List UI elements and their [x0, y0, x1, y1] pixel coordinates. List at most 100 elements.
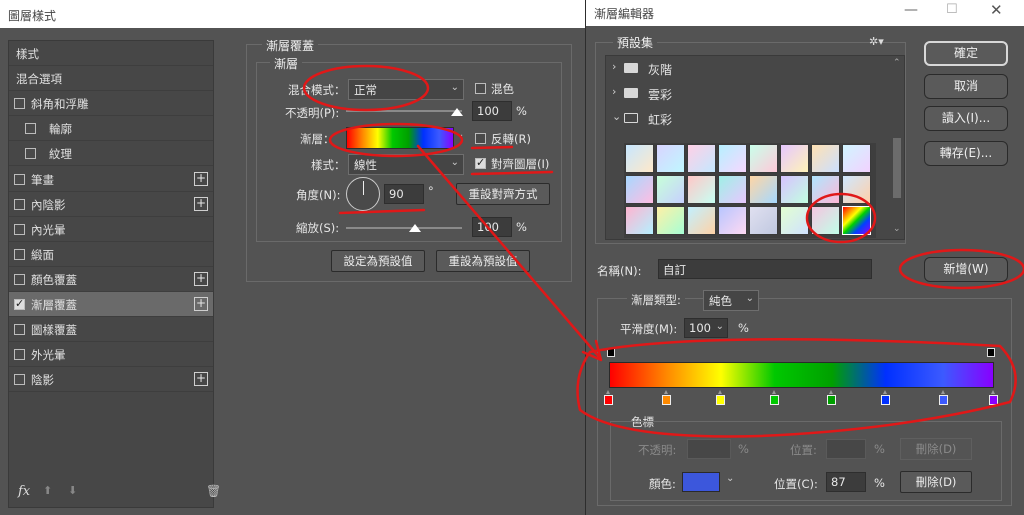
add-effect-icon[interactable]: +: [194, 372, 208, 387]
dither-checkbox[interactable]: [475, 83, 486, 94]
export-button[interactable]: 轉存(E)...: [924, 141, 1008, 166]
cancel-button[interactable]: 取消: [924, 74, 1008, 99]
stop-color-position-input[interactable]: 87: [826, 472, 866, 492]
color-stop[interactable]: [661, 390, 671, 405]
add-effect-icon[interactable]: +: [194, 271, 208, 286]
opacity-slider[interactable]: [346, 110, 462, 112]
preset-swatch[interactable]: [656, 206, 685, 235]
color-stop[interactable]: [604, 390, 613, 405]
preset-swatch[interactable]: [656, 144, 685, 173]
opacity-input[interactable]: 100: [472, 101, 512, 121]
gradient-bar[interactable]: [609, 362, 994, 388]
maximize-icon[interactable]: ☐: [946, 2, 958, 17]
sidebar-item[interactable]: 顏色覆蓋 +: [9, 267, 213, 292]
preset-swatch[interactable]: [718, 175, 747, 204]
preset-swatch[interactable]: [811, 175, 840, 204]
scale-slider-thumb[interactable]: [409, 224, 421, 232]
reset-alignment-button[interactable]: 重設對齊方式: [456, 183, 550, 205]
preset-swatch[interactable]: [625, 175, 654, 204]
new-button[interactable]: 新增(W): [924, 257, 1008, 282]
sidebar-item-checkbox[interactable]: [14, 173, 25, 185]
align-with-layer-checkbox[interactable]: [475, 156, 486, 169]
sidebar-item-checkbox[interactable]: [14, 349, 25, 361]
add-effect-icon[interactable]: +: [194, 196, 208, 211]
preset-swatch[interactable]: [656, 175, 685, 204]
opacity-slider-thumb[interactable]: [451, 108, 463, 116]
color-stop[interactable]: [938, 390, 948, 405]
gradient-type-select[interactable]: 純色 ⌄: [703, 290, 759, 311]
preset-swatch[interactable]: [780, 144, 809, 173]
sidebar-item-checkbox[interactable]: [14, 98, 25, 110]
trash-icon[interactable]: 🗑: [206, 484, 221, 498]
color-stop[interactable]: [715, 390, 725, 405]
name-input[interactable]: 自訂: [658, 259, 872, 279]
preset-swatch[interactable]: [780, 175, 809, 204]
preset-swatch[interactable]: [811, 206, 840, 235]
add-effect-icon[interactable]: +: [194, 171, 208, 186]
scale-input[interactable]: 100: [472, 217, 512, 237]
preset-folder[interactable]: › 雲彩: [606, 81, 886, 106]
chevron-down-icon[interactable]: ⌄: [612, 110, 621, 123]
preset-swatch[interactable]: [780, 206, 809, 235]
opacity-stop-right[interactable]: [987, 348, 995, 357]
gear-icon[interactable]: ✲▾: [869, 35, 884, 48]
stop-opacity-input[interactable]: [687, 439, 731, 459]
close-icon[interactable]: ✕: [990, 1, 1003, 19]
sidebar-item[interactable]: 漸層覆蓋 +: [9, 292, 213, 317]
scale-slider[interactable]: [346, 227, 462, 229]
sidebar-item[interactable]: 筆畫 +: [9, 167, 213, 192]
preset-scrollbar[interactable]: ⌃ ⌄: [890, 56, 904, 239]
move-up-icon[interactable]: ⬆: [43, 484, 52, 497]
preset-swatch[interactable]: [749, 175, 778, 204]
preset-swatch[interactable]: [718, 206, 747, 235]
gradient-dropdown-icon[interactable]: ⌄: [456, 129, 464, 140]
style-select[interactable]: 線性 ⌄: [348, 154, 464, 175]
scroll-up-icon[interactable]: ⌃: [893, 58, 901, 68]
import-button[interactable]: 讀入(I)...: [924, 106, 1008, 131]
stop-color-delete-button[interactable]: 刪除(D): [900, 471, 972, 493]
preset-swatch[interactable]: [811, 144, 840, 173]
sidebar-item-checkbox[interactable]: [14, 198, 25, 210]
preset-folder[interactable]: ⌄ 虹彩: [606, 106, 886, 131]
sidebar-item[interactable]: 圖樣覆蓋: [9, 317, 213, 343]
stop-opacity-position-input[interactable]: [826, 439, 866, 459]
color-stop[interactable]: [881, 390, 891, 405]
sidebar-item-checkbox[interactable]: [25, 148, 36, 160]
preset-swatch-rainbow[interactable]: [842, 206, 871, 235]
sidebar-item[interactable]: 斜角和浮雕: [9, 91, 213, 117]
color-stop[interactable]: [827, 390, 837, 405]
chevron-right-icon[interactable]: ›: [612, 60, 616, 73]
reset-default-button[interactable]: 重設為預設值: [436, 250, 530, 272]
sidebar-item[interactable]: 陰影 +: [9, 367, 213, 393]
gradient-preview[interactable]: [346, 127, 454, 149]
scroll-down-icon[interactable]: ⌄: [893, 224, 901, 234]
opacity-stop-left[interactable]: [607, 348, 615, 357]
gradient-editor-titlebar[interactable]: 漸層編輯器 — ☐ ✕: [586, 0, 1024, 26]
fx-icon[interactable]: fx: [18, 484, 30, 499]
color-stop[interactable]: [989, 390, 998, 405]
preset-swatch[interactable]: [625, 206, 654, 235]
chevron-down-icon[interactable]: ⌄: [726, 473, 734, 484]
preset-swatch[interactable]: [625, 144, 654, 173]
sidebar-item[interactable]: 輪廓: [9, 116, 213, 142]
sidebar-item-checkbox[interactable]: [14, 297, 25, 310]
preset-swatch[interactable]: [687, 206, 716, 235]
sidebar-item[interactable]: 外光暈: [9, 342, 213, 368]
sidebar-item[interactable]: 內陰影 +: [9, 192, 213, 217]
sidebar-item-checkbox[interactable]: [14, 374, 25, 386]
preset-swatch[interactable]: [842, 175, 871, 204]
ok-button[interactable]: 確定: [924, 41, 1008, 66]
layer-style-titlebar[interactable]: 圖層樣式: [0, 0, 600, 28]
preset-swatch[interactable]: [842, 144, 871, 173]
preset-swatch[interactable]: [749, 144, 778, 173]
minimize-icon[interactable]: —: [904, 2, 918, 18]
add-effect-icon[interactable]: +: [194, 297, 208, 311]
angle-dial[interactable]: [346, 177, 380, 211]
smoothness-input[interactable]: 100 ⌄: [684, 318, 728, 338]
sidebar-item-checkbox[interactable]: [14, 223, 25, 235]
sidebar-item[interactable]: 樣式: [9, 41, 213, 66]
blend-mode-select[interactable]: 正常 ⌄: [348, 79, 464, 100]
sidebar-item-checkbox[interactable]: [25, 123, 36, 135]
stop-opacity-delete-button[interactable]: 刪除(D): [900, 438, 972, 460]
preset-swatch[interactable]: [687, 144, 716, 173]
